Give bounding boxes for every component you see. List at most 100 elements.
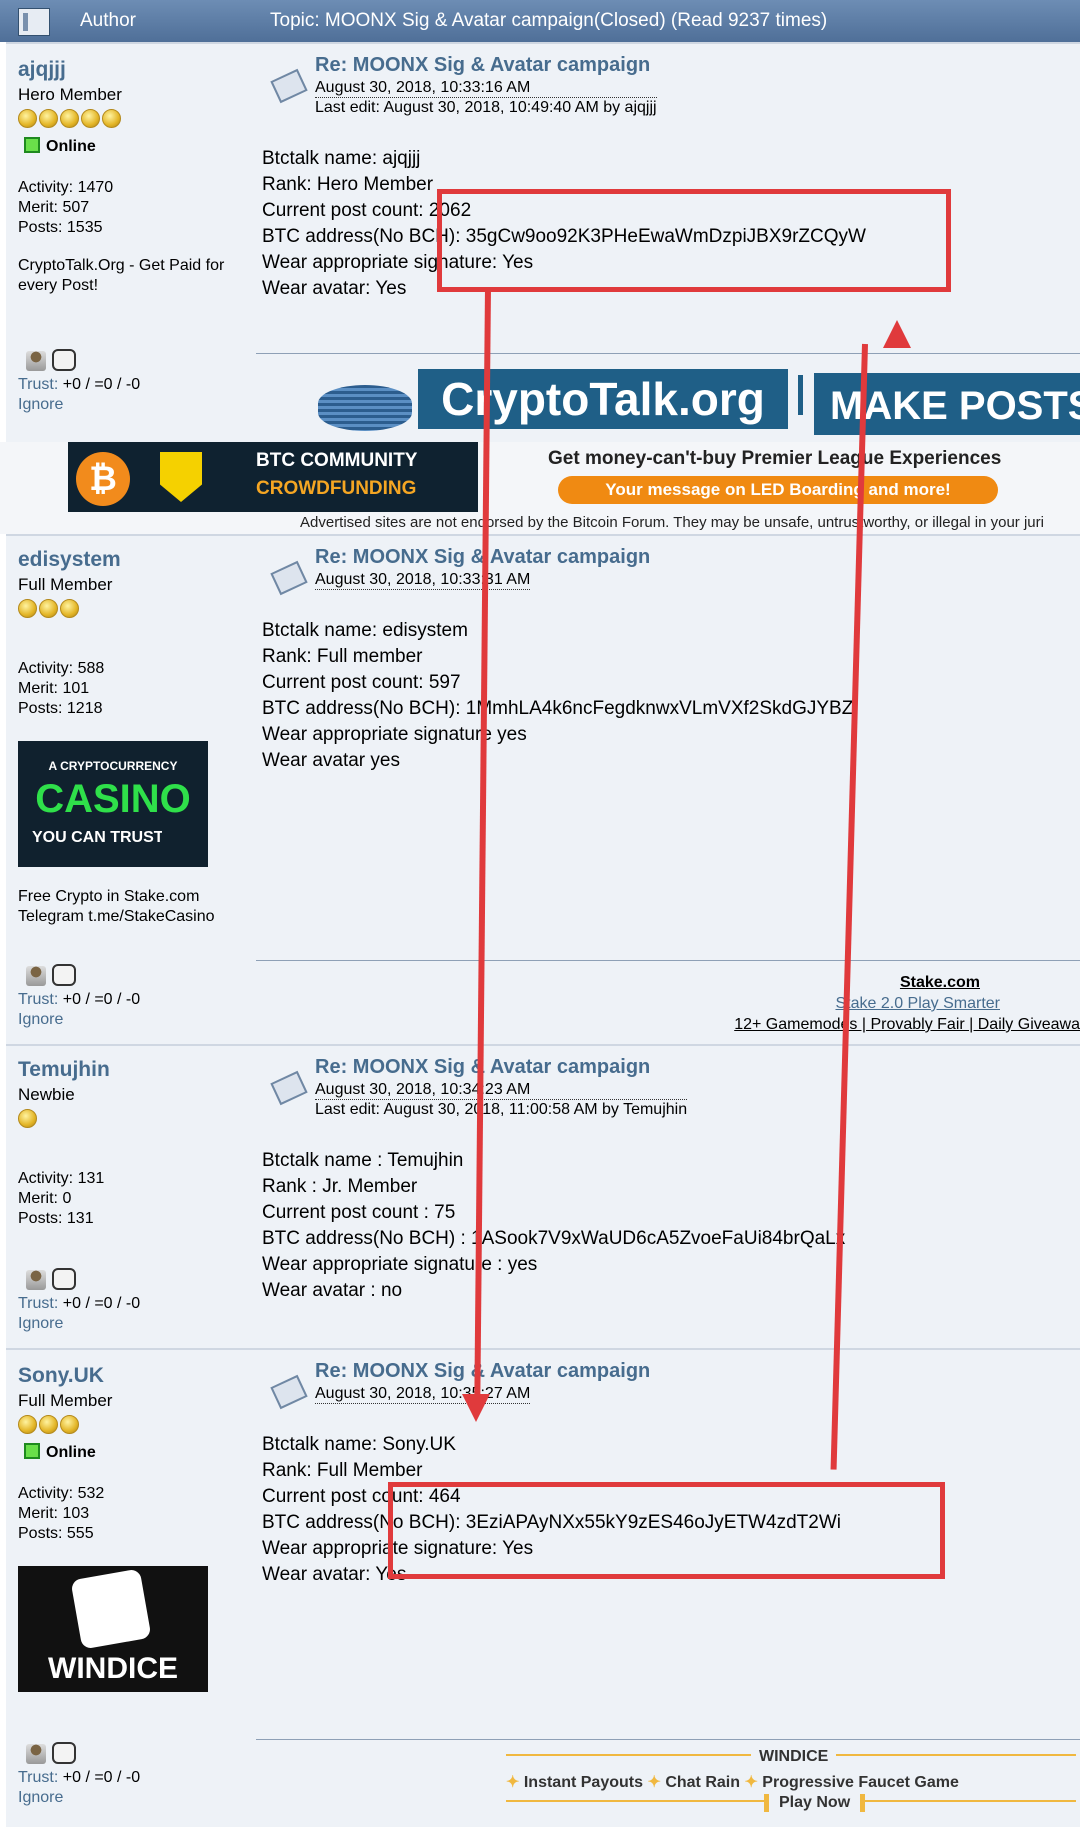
merit-count: Merit: 103 xyxy=(18,1505,90,1522)
ad-headline: Get money-can't-buy Premier League Exper… xyxy=(548,448,1002,469)
post-body: Btctalk name: edisystem Rank: Full member… xyxy=(262,620,854,771)
ignore-link[interactable]: Ignore xyxy=(18,1010,140,1030)
globe-logo-icon xyxy=(318,385,412,431)
online-dot-icon xyxy=(24,137,40,153)
stake-title[interactable]: Stake.com xyxy=(696,972,1080,993)
user-rank: Newbie xyxy=(18,1085,75,1104)
message-icon xyxy=(270,68,308,104)
activity-count: Activity: 532 xyxy=(18,1485,105,1502)
online-dot-icon xyxy=(24,1443,40,1459)
stake-features[interactable]: 12+ Gamemodes | Provably Fair | Daily Gi… xyxy=(696,1014,1080,1035)
post-sony-uk: Sony.UK Full Member Online Activity: 532… xyxy=(6,1348,1080,1827)
signature-separator xyxy=(256,1739,1080,1740)
post-body: Btctalk name : Temujhin Rank : Jr. Member… xyxy=(262,1150,846,1301)
play-now-button[interactable]: Play Now xyxy=(764,1794,866,1812)
username-link[interactable]: Temujhin xyxy=(18,1058,248,1082)
author-column-label: Author xyxy=(80,10,136,31)
ignore-link[interactable]: Ignore xyxy=(18,1314,140,1334)
profile-icon[interactable] xyxy=(26,351,46,371)
user-avatar: A CRYPTOCURRENCY CASINO YOU CAN TRUST xyxy=(18,741,208,867)
trust-score: +0 / =0 / -0 xyxy=(62,991,141,1008)
personal-text: CryptoTalk.Org - Get Paid for every Post… xyxy=(18,257,225,294)
ad-subline: Your message on LED Boarding and more! xyxy=(558,476,998,504)
profile-icon[interactable] xyxy=(26,1744,46,1764)
ad-disclaimer: Advertised sites are not endorsed by the… xyxy=(300,514,1044,531)
personal-text: Free Crypto in Stake.com Telegram t.me/S… xyxy=(18,888,215,925)
username-link[interactable]: ajqjjj xyxy=(18,58,248,82)
post-subject-link[interactable]: Re: MOONX Sig & Avatar campaign xyxy=(315,54,650,77)
post-count: Posts: 1535 xyxy=(18,219,103,236)
last-edit: Last edit: August 30, 2018, 11:00:58 AM … xyxy=(315,1101,688,1118)
user-rank: Full Member xyxy=(18,575,113,594)
signature-stake[interactable]: Stake.com Stake 2.0 Play Smarter 12+ Gam… xyxy=(696,972,1080,1035)
arrow-up-head-icon xyxy=(883,320,911,348)
post-subject-link[interactable]: Re: MOONX Sig & Avatar campaign xyxy=(315,1360,650,1383)
btc-crowdfunding-banner: ₿ BTC COMMUNITY CROWDFUNDING xyxy=(68,442,478,512)
message-icon[interactable] xyxy=(52,964,76,986)
profile-icon[interactable] xyxy=(26,1270,46,1290)
rank-stars xyxy=(18,1415,248,1435)
highlight-box-top xyxy=(437,189,951,292)
topic-icon xyxy=(18,8,50,36)
highlight-box-bottom xyxy=(388,1482,945,1579)
online-status: Online xyxy=(18,137,248,156)
stake-tagline[interactable]: Stake 2.0 Play Smarter xyxy=(696,993,1080,1014)
last-edit: Last edit: August 30, 2018, 10:49:40 AM … xyxy=(315,99,657,116)
profile-icon[interactable] xyxy=(26,966,46,986)
post-date: August 30, 2018, 10:35:27 AM xyxy=(315,1385,531,1404)
signature-separator xyxy=(256,353,1080,354)
trust-score: +0 / =0 / -0 xyxy=(62,376,141,393)
cryptotalk-brand: CryptoTalk.org xyxy=(418,369,788,429)
rank-stars xyxy=(18,599,248,619)
merit-count: Merit: 101 xyxy=(18,680,90,697)
username-link[interactable]: Sony.UK xyxy=(18,1364,248,1388)
activity-count: Activity: 1470 xyxy=(18,179,114,196)
trust-label[interactable]: Trust: xyxy=(18,1295,58,1312)
trust-label[interactable]: Trust: xyxy=(18,1769,58,1786)
user-rank: Hero Member xyxy=(18,85,122,104)
ignore-link[interactable]: Ignore xyxy=(18,1788,140,1808)
user-rank: Full Member xyxy=(18,1391,113,1410)
trust-label[interactable]: Trust: xyxy=(18,991,58,1008)
message-icon[interactable] xyxy=(52,1268,76,1290)
message-icon[interactable] xyxy=(52,1742,76,1764)
post-date: August 30, 2018, 10:34:23 AM xyxy=(315,1080,688,1100)
merit-count: Merit: 0 xyxy=(18,1190,72,1207)
activity-count: Activity: 588 xyxy=(18,660,105,677)
online-status: Online xyxy=(18,1443,248,1462)
post-count: Posts: 1218 xyxy=(18,700,103,717)
feature-3: Progressive Faucet Game xyxy=(762,1774,959,1791)
topic-title: Topic: MOONX Sig & Avatar campaign(Close… xyxy=(270,10,828,31)
post-date: August 30, 2018, 10:33:16 AM xyxy=(315,78,657,98)
rank-stars xyxy=(18,1109,248,1129)
post-count: Posts: 555 xyxy=(18,1525,94,1542)
message-icon xyxy=(270,1070,308,1106)
post-edisystem: edisystem Full Member Activity: 588 Meri… xyxy=(6,534,1080,1046)
signature-separator xyxy=(256,960,1080,961)
arrow-down-head-icon xyxy=(462,1394,490,1422)
activity-count: Activity: 131 xyxy=(18,1170,105,1187)
ignore-link[interactable]: Ignore xyxy=(18,395,140,415)
windice-title: WINDICE xyxy=(751,1748,837,1766)
topic-header: Author Topic: MOONX Sig & Avatar campaig… xyxy=(0,0,1080,42)
username-link[interactable]: edisystem xyxy=(18,548,248,572)
trust-label[interactable]: Trust: xyxy=(18,376,58,393)
make-posts-banner: MAKE POSTS xyxy=(814,373,1080,435)
message-icon[interactable] xyxy=(52,349,76,371)
dice-icon xyxy=(70,1568,152,1650)
ad-line-2: CROWDFUNDING xyxy=(256,478,417,499)
signature-cryptotalk[interactable]: CryptoTalk.org MAKE POSTS xyxy=(318,369,1080,439)
rank-stars xyxy=(18,109,248,129)
feature-1: Instant Payouts xyxy=(523,1774,643,1791)
message-icon xyxy=(270,1374,308,1410)
advertisement[interactable]: ₿ BTC COMMUNITY CROWDFUNDING Get money-c… xyxy=(0,442,1080,534)
post-date: August 30, 2018, 10:33:31 AM xyxy=(315,571,531,590)
merit-count: Merit: 507 xyxy=(18,199,90,216)
ad-line-1: BTC COMMUNITY xyxy=(256,450,418,471)
user-avatar: WINDICE xyxy=(18,1566,208,1692)
bitcoin-logo-icon: ₿ xyxy=(76,452,130,506)
post-count: Posts: 131 xyxy=(18,1210,94,1227)
message-icon xyxy=(270,560,308,596)
feature-2: Chat Rain xyxy=(665,1774,740,1791)
trust-score: +0 / =0 / -0 xyxy=(62,1295,141,1312)
